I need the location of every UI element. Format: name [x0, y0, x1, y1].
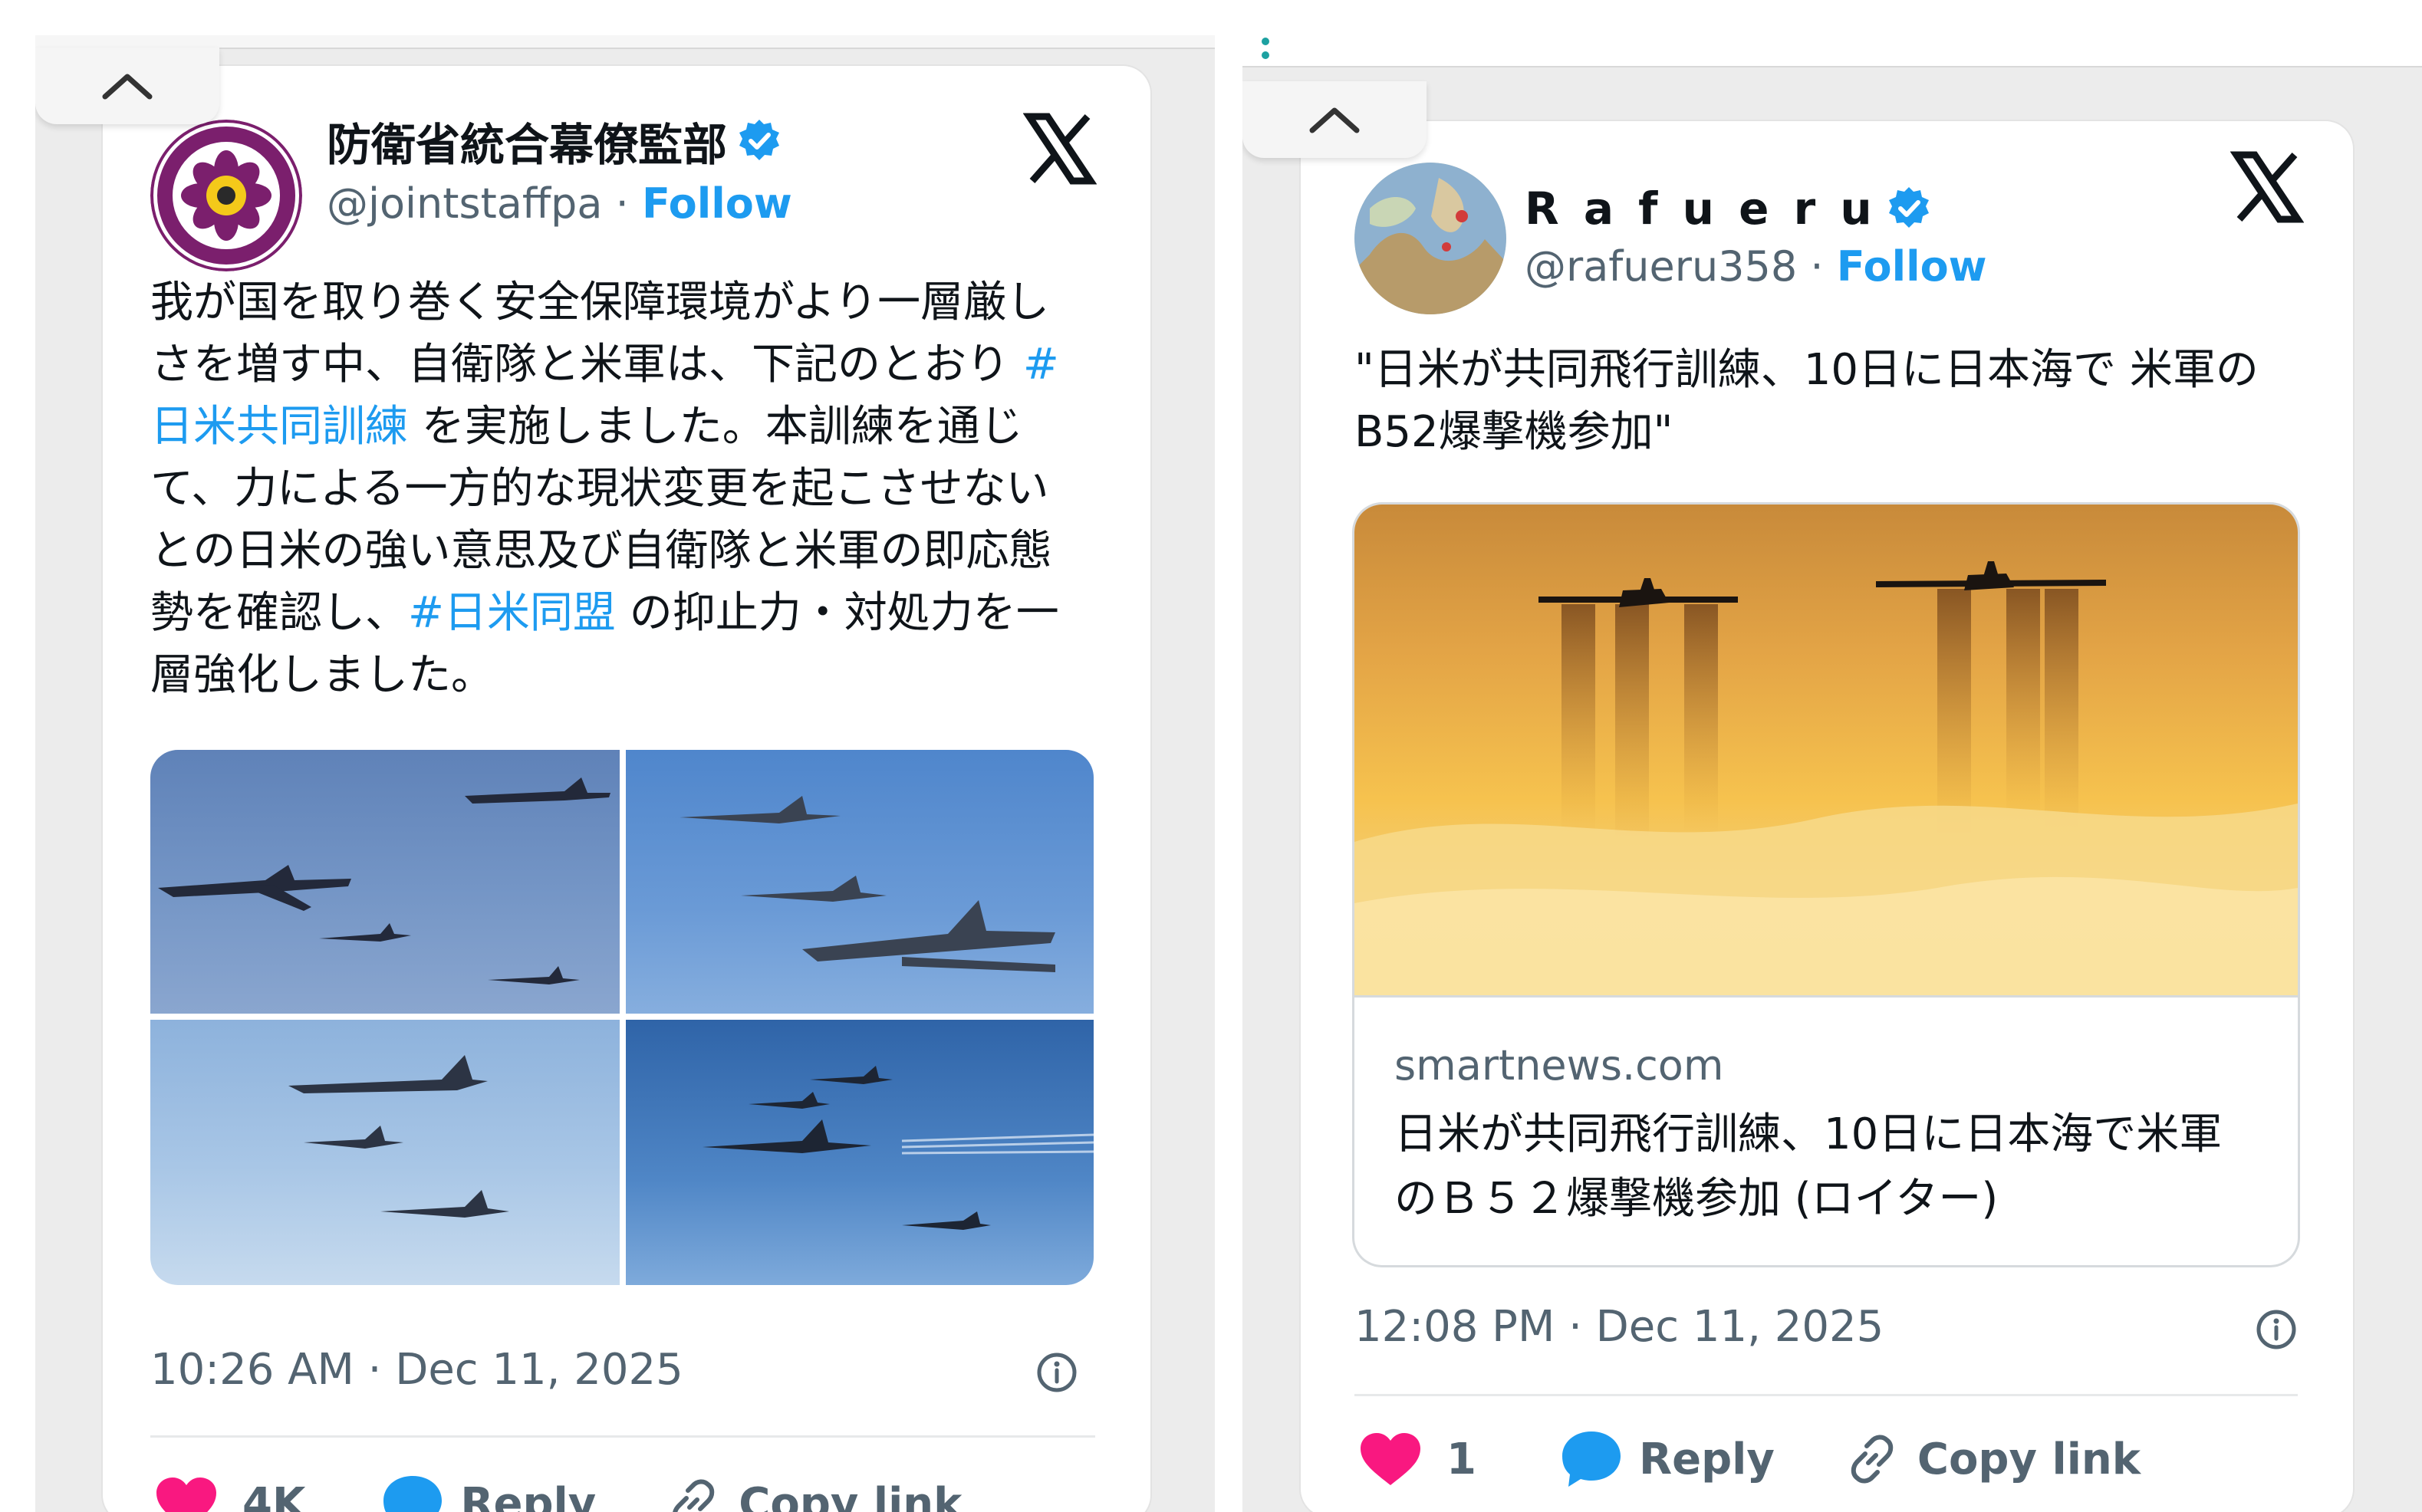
- tweet-timestamp[interactable]: 10:26 AM · Dec 11, 2025: [150, 1345, 683, 1395]
- reply-button[interactable]: Reply: [1561, 1430, 1775, 1488]
- tweet-divider: [150, 1435, 1095, 1438]
- reply-button[interactable]: Reply: [382, 1474, 596, 1512]
- left-collapse-button[interactable]: [35, 48, 219, 124]
- right-collapse-button[interactable]: [1242, 81, 1427, 158]
- handle-separator: ·: [615, 179, 629, 228]
- like-count: 4K: [242, 1478, 306, 1512]
- copy-link-label: Copy link: [739, 1478, 963, 1512]
- author-handle-line: @jointstaffpa · Follow: [327, 179, 792, 228]
- copy-link-button[interactable]: Copy link: [1844, 1431, 2141, 1487]
- media-photo-4[interactable]: [626, 1020, 1094, 1285]
- link-preview-card[interactable]: smartnews.com 日米が共同飛行訓練、10日に日本海で米軍のＢ５２爆撃…: [1354, 505, 2298, 1265]
- media-photo-1[interactable]: [150, 750, 620, 1014]
- left-tweet-card: 防衛省統合幕僚監部 @jointstaffpa · Follow 我が国を取り巻…: [103, 66, 1150, 1512]
- bomber-side-image: [288, 1055, 509, 1218]
- author-handle[interactable]: @jointstaffpa: [327, 179, 602, 228]
- tweet-text-part1: 我が国を取り巻く安全保障環境がより一層厳しさを増す中、自衛隊と米軍は、下記のとお…: [150, 278, 1050, 390]
- author-display-name: 防衛省統合幕僚監部: [327, 119, 728, 171]
- right-embed-panel: R a f u e r u @rafueru358 · Follow "日米が共…: [1242, 28, 2422, 1512]
- author-avatar[interactable]: [1354, 163, 1506, 314]
- author-handle-line: @rafueru358 · Follow: [1525, 242, 1987, 291]
- media-photo-3[interactable]: [150, 1020, 620, 1285]
- heart-icon: [156, 1477, 216, 1512]
- more-vertical-icon[interactable]: [1259, 35, 1272, 63]
- globe-map-avatar-icon: [1354, 163, 1506, 314]
- author-display-name: R a f u e r u: [1525, 182, 1877, 235]
- link-icon: [673, 1479, 715, 1512]
- tweet-actions: 4K Reply Copy link: [155, 1469, 962, 1512]
- author-avatar[interactable]: [150, 120, 302, 271]
- tweet-timestamp[interactable]: 12:08 PM · Dec 11, 2025: [1354, 1302, 1884, 1352]
- author-name[interactable]: 防衛省統合幕僚監部: [327, 109, 782, 173]
- tweet-media-grid[interactable]: [150, 750, 1094, 1285]
- copy-link-button[interactable]: Copy link: [665, 1475, 962, 1512]
- media-photo-2[interactable]: [626, 750, 1094, 1014]
- follow-button[interactable]: Follow: [1837, 242, 1987, 291]
- link-icon: [1851, 1435, 1894, 1484]
- fighter-escort-image: [680, 796, 1055, 972]
- author-handle[interactable]: @rafueru358: [1525, 242, 1797, 291]
- link-title: 日米が共同飛行訓練、10日に日本海で米軍のＢ５２爆撃機参加 (ロイター): [1394, 1109, 2223, 1224]
- like-button[interactable]: 4K: [155, 1476, 305, 1512]
- tweet-text: 我が国を取り巻く安全保障環境がより一層厳しさを増す中、自衛隊と米軍は、下記のとお…: [150, 271, 1083, 706]
- reply-bubble-icon: [383, 1476, 443, 1512]
- x-logo-icon[interactable]: [2230, 150, 2304, 224]
- b52-bombers-image: [1354, 561, 2298, 995]
- formation-contrails-image: [703, 1066, 1094, 1230]
- joint-staff-emblem-icon: [150, 120, 302, 271]
- tweet-text: "日米が共同飛行訓練、10日に日本海で 米軍のB52爆撃機参加": [1354, 345, 2259, 457]
- link-preview-image[interactable]: [1354, 505, 2298, 995]
- like-count: 1: [1446, 1434, 1476, 1484]
- info-icon[interactable]: [2255, 1308, 2298, 1351]
- x-logo-icon[interactable]: [1023, 112, 1097, 186]
- handle-separator: ·: [1810, 242, 1824, 291]
- left-embed-panel: 防衛省統合幕僚監部 @jointstaffpa · Follow 我が国を取り巻…: [35, 35, 1215, 1512]
- copy-link-label: Copy link: [1917, 1434, 2141, 1484]
- follow-button[interactable]: Follow: [642, 179, 792, 228]
- author-name[interactable]: R a f u e r u: [1525, 176, 1932, 241]
- reply-bubble-icon: [1561, 1431, 1621, 1487]
- like-button[interactable]: 1: [1359, 1431, 1476, 1487]
- right-panel-topbar: [1242, 28, 2422, 67]
- right-tweet-card: R a f u e r u @rafueru358 · Follow "日米が共…: [1301, 121, 2353, 1512]
- verified-badge-icon: [739, 120, 780, 160]
- chevron-up-icon: [1309, 107, 1360, 133]
- info-icon[interactable]: [1035, 1351, 1078, 1394]
- link-preview-separator: [1354, 995, 2298, 998]
- reply-label: Reply: [1638, 1434, 1775, 1484]
- tweet-divider: [1354, 1394, 2298, 1396]
- heart-icon: [1361, 1433, 1420, 1485]
- verified-badge-icon: [1888, 187, 1929, 228]
- bomber-formation-image: [158, 777, 610, 984]
- chevron-up-icon: [102, 74, 153, 100]
- reply-label: Reply: [460, 1478, 597, 1512]
- link-domain: smartnews.com: [1394, 1041, 1724, 1090]
- hashtag-link[interactable]: #日米同盟: [408, 588, 616, 638]
- tweet-actions: 1 Reply Copy link: [1359, 1425, 2141, 1494]
